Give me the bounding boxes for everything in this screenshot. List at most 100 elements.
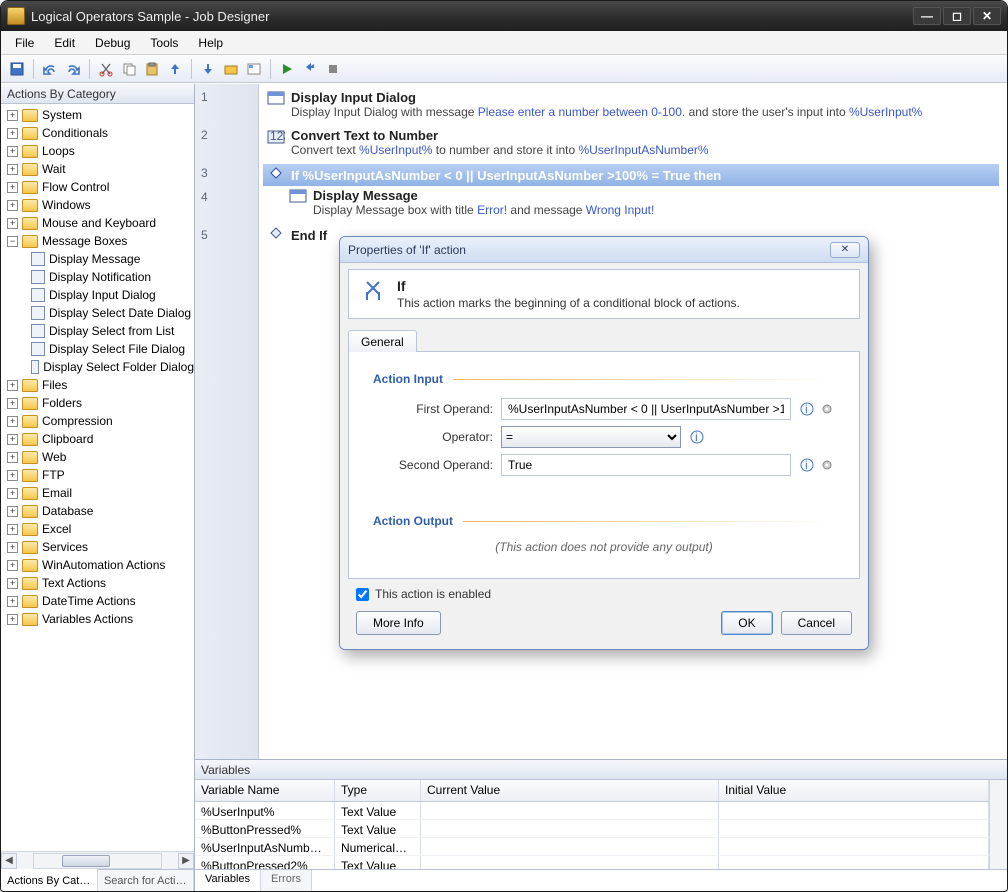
ok-button[interactable]: OK bbox=[721, 611, 772, 635]
cut-icon[interactable] bbox=[96, 59, 116, 79]
tree-item-wait[interactable]: +Wait bbox=[3, 160, 194, 178]
tab-search-actions[interactable]: Search for Acti… bbox=[98, 870, 195, 891]
variable-row[interactable]: %UserInput%Text Value bbox=[195, 802, 989, 820]
menu-help[interactable]: Help bbox=[190, 33, 231, 53]
stop-icon[interactable] bbox=[323, 59, 343, 79]
menu-file[interactable]: File bbox=[7, 33, 42, 53]
tree-item-web[interactable]: +Web bbox=[3, 448, 194, 466]
dialog-close-button[interactable]: ✕ bbox=[830, 242, 860, 258]
col-name[interactable]: Variable Name bbox=[195, 780, 335, 801]
variable-row[interactable]: %ButtonPressed%Text Value bbox=[195, 820, 989, 838]
tree-item-email[interactable]: +Email bbox=[3, 484, 194, 502]
first-operand-input[interactable] bbox=[501, 398, 791, 420]
variables-grid[interactable]: %UserInput%Text Value %ButtonPressed%Tex… bbox=[195, 802, 989, 869]
dialog-header-box: If This action marks the beginning of a … bbox=[348, 269, 860, 319]
variables-header: Variables bbox=[195, 760, 1007, 780]
tree-item-services[interactable]: +Services bbox=[3, 538, 194, 556]
step-row-selected[interactable]: If %UserInputAsNumber < 0 || UserInputAs… bbox=[263, 164, 999, 186]
col-current[interactable]: Current Value bbox=[421, 780, 719, 801]
tab-variables[interactable]: Variables bbox=[195, 870, 261, 891]
move-up-icon[interactable] bbox=[165, 59, 185, 79]
tree-action-display-input-dialog[interactable]: Display Input Dialog bbox=[3, 286, 194, 304]
tree-item-ftp[interactable]: +FTP bbox=[3, 466, 194, 484]
tab-general[interactable]: General bbox=[348, 330, 417, 352]
undo-icon[interactable] bbox=[40, 59, 60, 79]
tree-action-select-file[interactable]: Display Select File Dialog bbox=[3, 340, 194, 358]
info-icon[interactable]: i bbox=[799, 401, 815, 417]
col-initial[interactable]: Initial Value bbox=[719, 780, 989, 801]
scroll-thumb[interactable] bbox=[62, 855, 110, 867]
tree-item-database[interactable]: +Database bbox=[3, 502, 194, 520]
cancel-button[interactable]: Cancel bbox=[781, 611, 852, 635]
copy-icon[interactable] bbox=[119, 59, 139, 79]
tree-item-textactions[interactable]: +Text Actions bbox=[3, 574, 194, 592]
dialog-titlebar[interactable]: Properties of 'If' action ✕ bbox=[340, 237, 868, 263]
run-icon[interactable] bbox=[277, 59, 297, 79]
tree-item-loops[interactable]: +Loops bbox=[3, 142, 194, 160]
variable-row[interactable]: %UserInputAsNumber%Numerical… bbox=[195, 838, 989, 856]
browse-icon[interactable] bbox=[221, 59, 241, 79]
more-info-button[interactable]: More Info bbox=[356, 611, 441, 635]
col-type[interactable]: Type bbox=[335, 780, 421, 801]
tree-item-messageboxes[interactable]: −Message Boxes bbox=[3, 232, 194, 250]
menu-debug[interactable]: Debug bbox=[87, 33, 138, 53]
variable-row[interactable]: %ButtonPressed2%Text Value bbox=[195, 856, 989, 869]
scroll-left-icon[interactable]: ◀ bbox=[1, 853, 17, 869]
tree-item-winautomation[interactable]: +WinAutomation Actions bbox=[3, 556, 194, 574]
tree-item-system[interactable]: +System bbox=[3, 106, 194, 124]
tree-item-files[interactable]: +Files bbox=[3, 376, 194, 394]
job-editor[interactable]: Display Input Dialog Display Input Dialo… bbox=[259, 84, 1007, 759]
gear-icon[interactable] bbox=[819, 401, 835, 417]
line-number: 1 bbox=[195, 88, 258, 126]
action-icon bbox=[31, 288, 45, 302]
folder-icon bbox=[22, 217, 38, 230]
sidebar: Actions By Category +System +Conditional… bbox=[1, 84, 195, 891]
settings-icon[interactable] bbox=[244, 59, 264, 79]
step-row[interactable]: Display Input Dialog Display Input Dialo… bbox=[263, 88, 999, 126]
tree-item-windows[interactable]: +Windows bbox=[3, 196, 194, 214]
info-icon[interactable]: i bbox=[799, 457, 815, 473]
scroll-right-icon[interactable]: ▶ bbox=[178, 853, 194, 869]
save-icon[interactable] bbox=[7, 59, 27, 79]
gear-icon[interactable] bbox=[819, 457, 835, 473]
tree-action-select-date[interactable]: Display Select Date Dialog bbox=[3, 304, 194, 322]
maximize-button[interactable]: ◻ bbox=[943, 7, 971, 25]
tab-errors[interactable]: Errors bbox=[261, 870, 312, 891]
step-icon[interactable] bbox=[300, 59, 320, 79]
tree-item-datetime[interactable]: +DateTime Actions bbox=[3, 592, 194, 610]
tree-action-display-notification[interactable]: Display Notification bbox=[3, 268, 194, 286]
redo-icon[interactable] bbox=[63, 59, 83, 79]
actions-tree[interactable]: +System +Conditionals +Loops +Wait +Flow… bbox=[1, 104, 194, 851]
tree-action-display-message[interactable]: Display Message bbox=[3, 250, 194, 268]
tree-item-flowcontrol[interactable]: +Flow Control bbox=[3, 178, 194, 196]
tree-item-clipboard[interactable]: +Clipboard bbox=[3, 430, 194, 448]
operator-select[interactable]: = bbox=[501, 426, 681, 448]
folder-icon bbox=[22, 559, 38, 572]
close-button[interactable]: ✕ bbox=[973, 7, 1001, 25]
folder-icon bbox=[22, 505, 38, 518]
tree-item-folders[interactable]: +Folders bbox=[3, 394, 194, 412]
move-down-icon[interactable] bbox=[198, 59, 218, 79]
tree-item-mousekeyboard[interactable]: +Mouse and Keyboard bbox=[3, 214, 194, 232]
menu-edit[interactable]: Edit bbox=[46, 33, 83, 53]
enabled-checkbox-input[interactable] bbox=[356, 588, 369, 601]
step-row[interactable]: Display Message Display Message box with… bbox=[263, 186, 999, 224]
tree-item-excel[interactable]: +Excel bbox=[3, 520, 194, 538]
step-row[interactable]: 123 Convert Text to Number Convert text … bbox=[263, 126, 999, 164]
sidebar-hscrollbar[interactable]: ◀ ▶ bbox=[1, 851, 194, 869]
action-icon bbox=[31, 324, 45, 338]
second-operand-input[interactable] bbox=[501, 454, 791, 476]
minimize-button[interactable]: — bbox=[913, 7, 941, 25]
tree-action-select-list[interactable]: Display Select from List bbox=[3, 322, 194, 340]
folder-icon bbox=[22, 415, 38, 428]
enabled-checkbox[interactable]: This action is enabled bbox=[356, 587, 491, 601]
paste-icon[interactable] bbox=[142, 59, 162, 79]
tree-item-variables[interactable]: +Variables Actions bbox=[3, 610, 194, 628]
menu-tools[interactable]: Tools bbox=[142, 33, 186, 53]
tab-actions-by-category[interactable]: Actions By Cat… bbox=[1, 869, 98, 891]
tree-item-compression[interactable]: +Compression bbox=[3, 412, 194, 430]
info-icon[interactable]: i bbox=[689, 429, 705, 445]
tree-action-select-folder[interactable]: Display Select Folder Dialog bbox=[3, 358, 194, 376]
variables-vscrollbar[interactable] bbox=[989, 780, 1007, 869]
tree-item-conditionals[interactable]: +Conditionals bbox=[3, 124, 194, 142]
